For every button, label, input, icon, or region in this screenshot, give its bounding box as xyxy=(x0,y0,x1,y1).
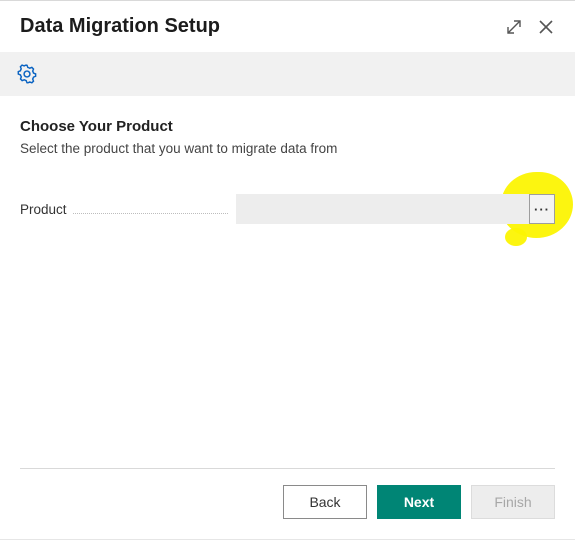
product-label: Product xyxy=(20,202,73,217)
page-title: Data Migration Setup xyxy=(20,15,220,38)
ellipsis-icon: ··· xyxy=(534,203,550,216)
dialog: Data Migration Setup xyxy=(0,0,575,540)
expand-icon[interactable] xyxy=(505,18,523,36)
gear-icon[interactable] xyxy=(16,63,38,85)
product-input-cell: ··· xyxy=(236,194,555,224)
section-subtitle: Select the product that you want to migr… xyxy=(20,141,555,156)
lookup-button[interactable]: ··· xyxy=(529,194,555,224)
content: Choose Your Product Select the product t… xyxy=(0,96,575,468)
product-field-row: Product ··· xyxy=(20,194,555,224)
footer: Back Next Finish xyxy=(20,468,555,539)
product-input[interactable] xyxy=(236,194,529,224)
dotted-leader xyxy=(73,204,228,214)
back-button[interactable]: Back xyxy=(283,485,367,519)
toolbar xyxy=(0,52,575,96)
section-heading: Choose Your Product xyxy=(20,118,555,135)
close-icon[interactable] xyxy=(537,18,555,36)
finish-button: Finish xyxy=(471,485,555,519)
header-controls xyxy=(505,18,555,36)
dialog-header: Data Migration Setup xyxy=(0,1,575,52)
highlight-annotation-tail xyxy=(505,228,527,246)
next-button[interactable]: Next xyxy=(377,485,461,519)
